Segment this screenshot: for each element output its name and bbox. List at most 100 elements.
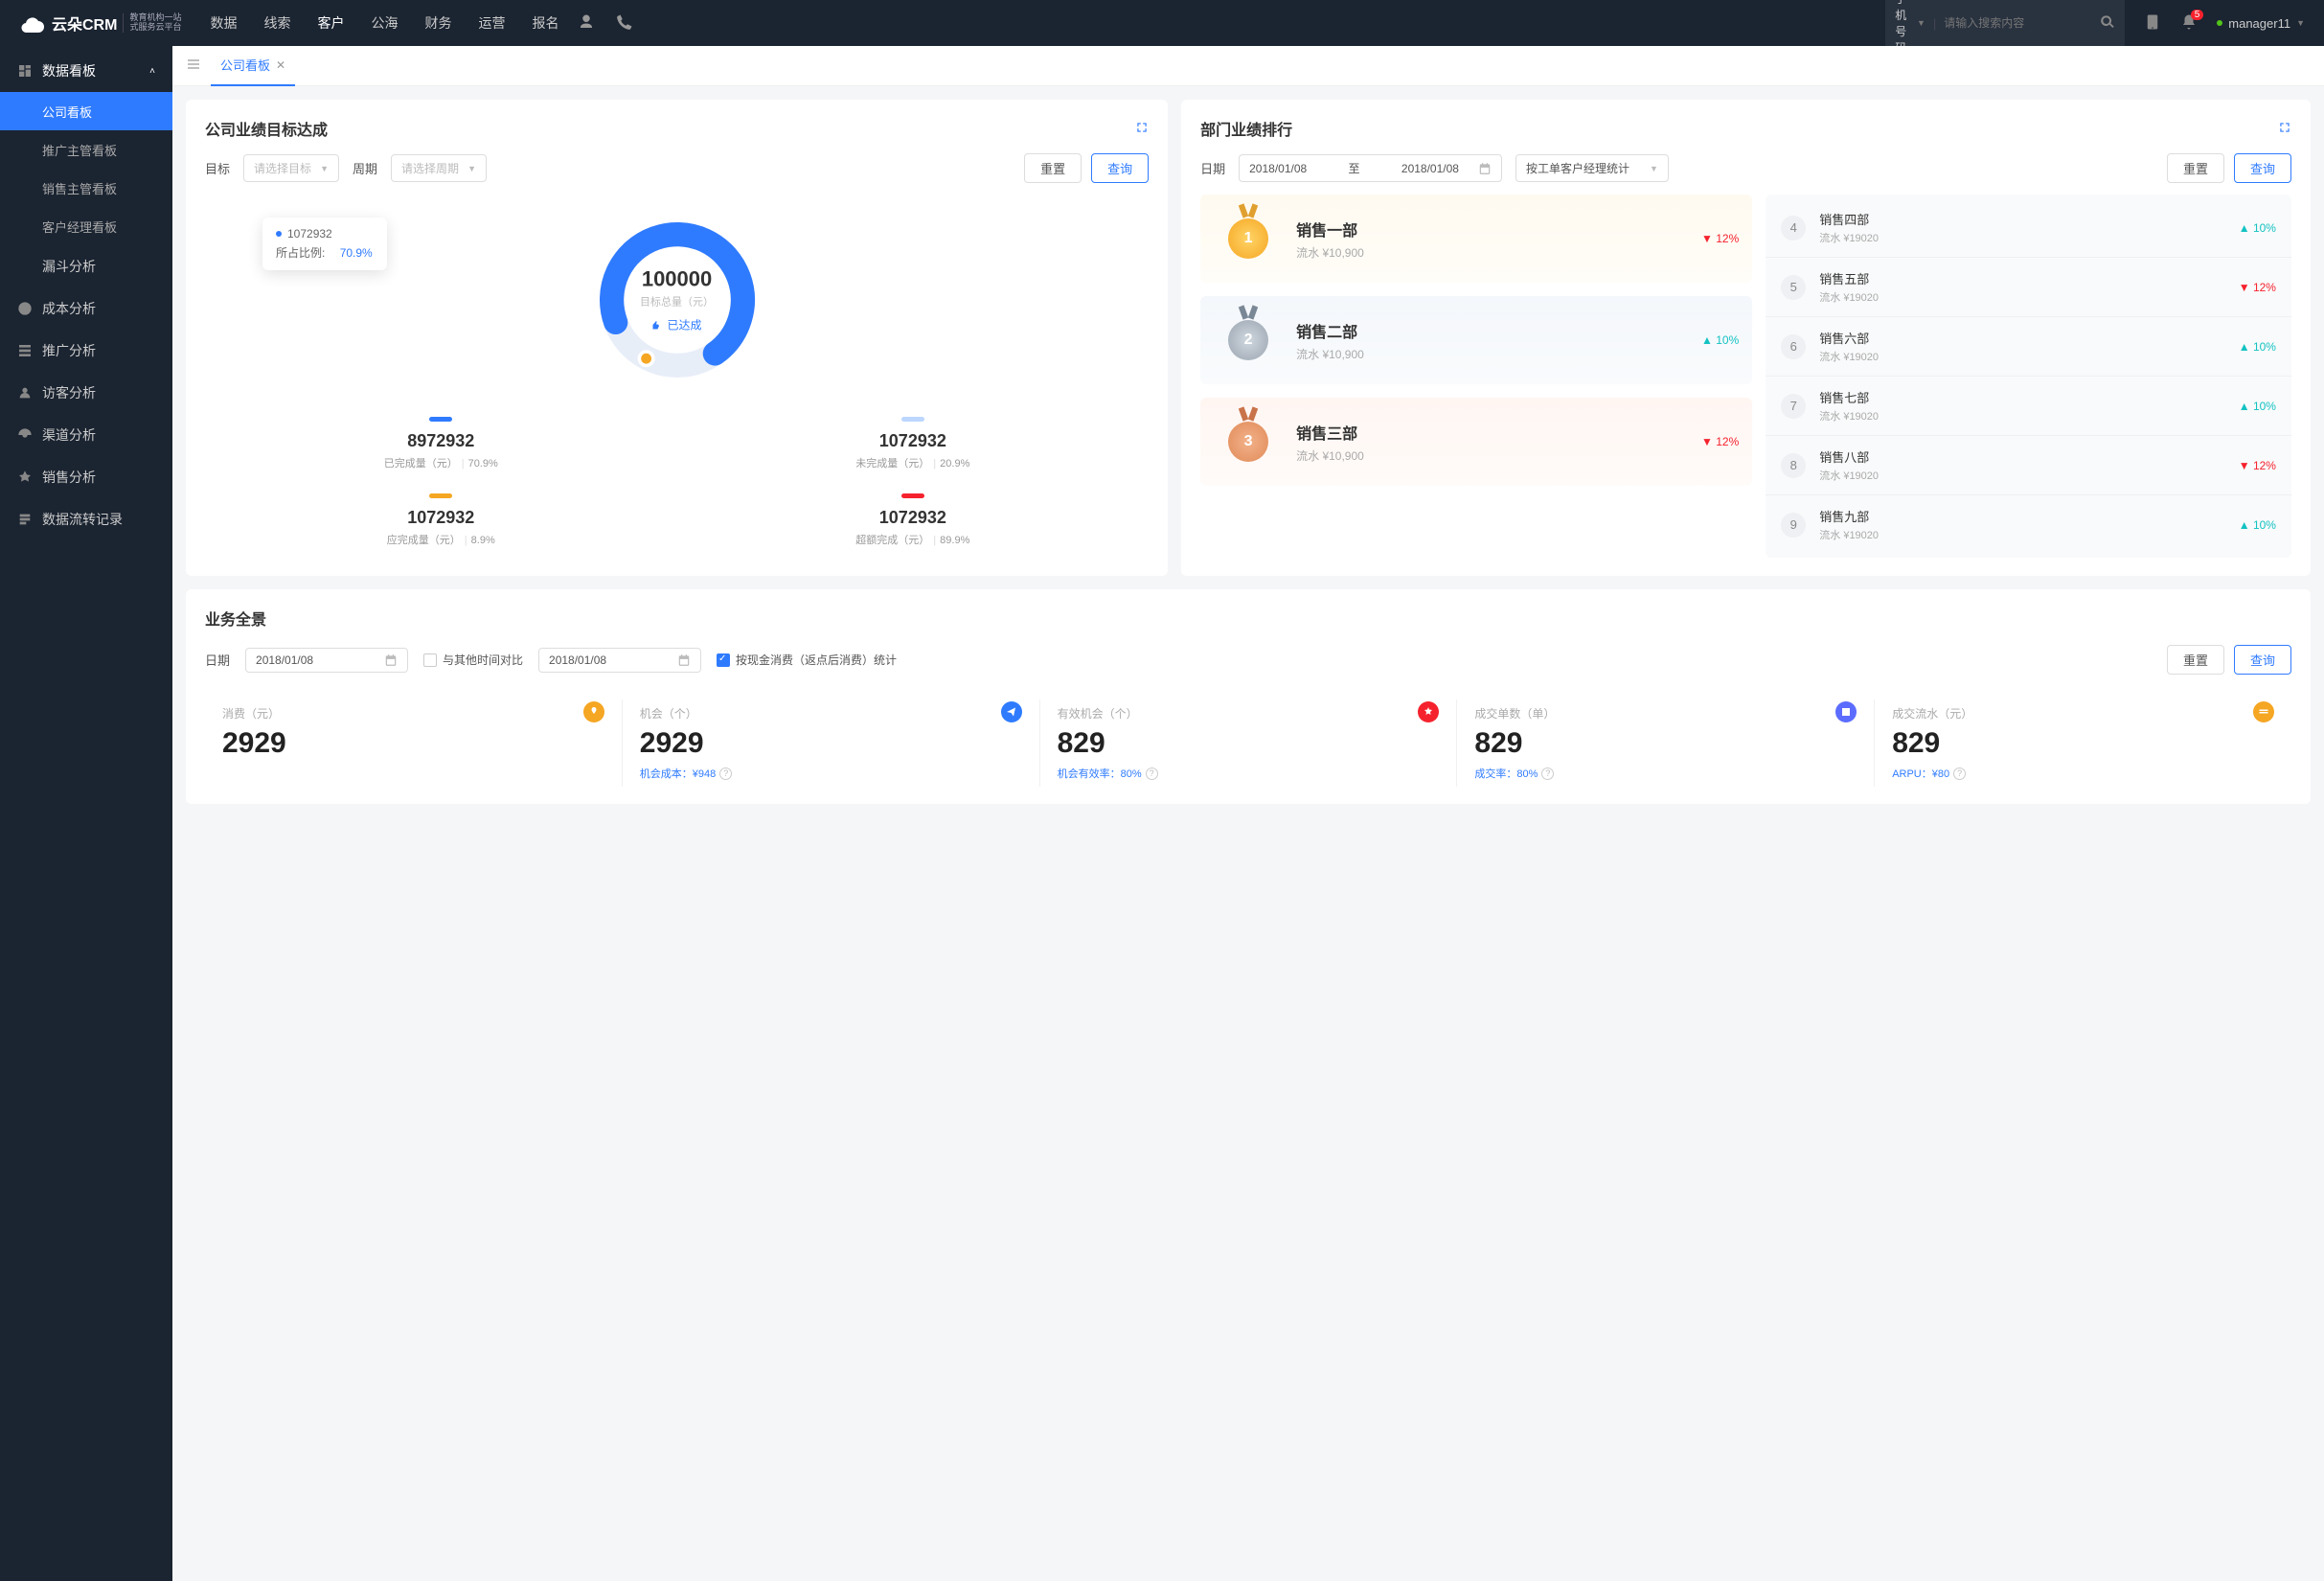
reset-button[interactable]: 重置 <box>2167 645 2224 675</box>
nav-item-1[interactable]: 线索 <box>263 13 290 33</box>
overview-title: 业务全景 <box>205 607 2291 630</box>
compare-checkbox[interactable]: 与其他时间对比 <box>423 652 523 668</box>
stat-type-select[interactable]: 按工单客户经理统计▼ <box>1515 154 1669 182</box>
overview-date-label: 日期 <box>205 651 230 669</box>
cash-checkbox[interactable]: 按现金消费（返点后消费）统计 <box>717 652 897 668</box>
rank-card: 部门业绩排行 日期 2018/01/08 至 2018/01/08 按工单客户经… <box>1181 100 2311 576</box>
user-icon[interactable] <box>578 13 595 34</box>
close-icon[interactable]: ✕ <box>276 58 285 72</box>
kpi-4: 成交流水（元）829ARPU：¥80 ? <box>1875 699 2291 787</box>
nav-item-3[interactable]: 公海 <box>371 13 398 33</box>
rank-row-9[interactable]: 9销售九部流水 ¥19020▲ 10% <box>1766 495 2291 554</box>
chevron-down-icon: ▼ <box>1650 164 1658 173</box>
date-input-2[interactable]: 2018/01/08 <box>538 648 701 673</box>
phone-icon[interactable] <box>616 13 633 34</box>
brand-name: 云朵CRM <box>52 11 117 34</box>
date-range-input[interactable]: 2018/01/08 至 2018/01/08 <box>1239 154 1502 182</box>
target-card: 公司业绩目标达成 目标 请选择目标▼ 周期 请选择周期▼ 重置 查询 10729… <box>186 100 1168 576</box>
rank-row-6[interactable]: 6销售六部流水 ¥19020▲ 10% <box>1766 317 2291 377</box>
nav-item-6[interactable]: 报名 <box>532 13 558 33</box>
target-metric-0: 8972932已完成量（元）|70.9% <box>205 405 677 482</box>
expand-icon[interactable] <box>2278 121 2291 137</box>
donut-chart: 1072932 所占比例: 70.9% 100000 目标总量（元） 已达成 <box>205 195 1149 396</box>
expand-icon[interactable] <box>1135 121 1149 137</box>
calendar-icon <box>384 653 398 667</box>
search-input[interactable] <box>1944 16 2092 30</box>
sidebar: 数据看板 ˄ 公司看板推广主管看板销售主管看板客户经理看板 漏斗分析成本分析推广… <box>0 46 172 1581</box>
donut-center-label: 目标总量（元） <box>640 294 714 309</box>
donut-center-value: 100000 <box>640 267 714 292</box>
cloud-icon <box>19 13 46 33</box>
menu-toggle-icon[interactable] <box>186 57 201 75</box>
sidebar-item-6[interactable]: 数据流转记录 <box>0 498 172 540</box>
nav-menu: 数据 线索 客户 公海 财务 运营 报名 <box>210 13 558 33</box>
search-icon[interactable] <box>2100 14 2115 33</box>
top-nav: 云朵CRM 教育机构一站式服务云平台 数据线索客户公海财务运营报名 手机号码 ▼… <box>0 0 2324 46</box>
sidebar-parent-label: 数据看板 <box>42 61 96 80</box>
topbar-right: 5 manager11 ▼ <box>2144 13 2305 34</box>
overview-card: 业务全景 日期 2018/01/08 与其他时间对比 2018/01/08 按现… <box>186 589 2311 804</box>
sidebar-item-4[interactable]: 渠道分析 <box>0 414 172 456</box>
query-button[interactable]: 查询 <box>1091 153 1149 183</box>
date-label: 日期 <box>1200 159 1225 177</box>
reset-button[interactable]: 重置 <box>2167 153 2224 183</box>
sidebar-item-1[interactable]: 成本分析 <box>0 287 172 330</box>
target-card-title: 公司业绩目标达成 <box>205 117 328 140</box>
target-select[interactable]: 请选择目标▼ <box>243 154 339 182</box>
kpi-2: 有效机会（个）829机会有效率：80% ? <box>1040 699 1458 787</box>
chevron-down-icon: ▼ <box>2296 18 2305 28</box>
chevron-up-icon: ˄ <box>149 66 155 77</box>
chevron-down-icon: ▼ <box>467 164 476 173</box>
podium-1[interactable]: 1销售一部流水 ¥10,900▼ 12% <box>1200 195 1752 283</box>
target-filter-label: 目标 <box>205 159 230 177</box>
tabs-bar: 公司看板 ✕ <box>172 46 2324 86</box>
nav-extra-icons <box>578 13 633 34</box>
sidebar-sub-2[interactable]: 销售主管看板 <box>0 169 172 207</box>
query-button[interactable]: 查询 <box>2234 153 2291 183</box>
rank-row-5[interactable]: 5销售五部流水 ¥19020▼ 12% <box>1766 258 2291 317</box>
reset-button[interactable]: 重置 <box>1024 153 1082 183</box>
sidebar-parent-dashboard[interactable]: 数据看板 ˄ <box>0 50 172 92</box>
kpi-1: 机会（个）2929机会成本：¥948 ? <box>623 699 1040 787</box>
username-label: manager11 <box>2228 16 2290 31</box>
target-metric-3: 1072932超额完成（元）|89.9% <box>677 482 1150 559</box>
chevron-down-icon: ▼ <box>320 164 329 173</box>
current-user[interactable]: manager11 ▼ <box>2217 16 2305 31</box>
period-filter-label: 周期 <box>353 159 377 177</box>
sidebar-sub-1[interactable]: 推广主管看板 <box>0 130 172 169</box>
chevron-down-icon: ▼ <box>1917 18 1925 28</box>
sidebar-item-2[interactable]: 推广分析 <box>0 330 172 372</box>
content: 公司看板 ✕ 公司业绩目标达成 目标 请选择目标▼ 周期 请选择周期▼ 重置 <box>172 46 2324 1581</box>
date-input-1[interactable]: 2018/01/08 <box>245 648 408 673</box>
nav-item-2[interactable]: 客户 <box>317 13 344 33</box>
sidebar-sub-3[interactable]: 客户经理看板 <box>0 207 172 245</box>
target-metric-2: 1072932应完成量（元）|8.9% <box>205 482 677 559</box>
brand-sub: 教育机构一站式服务云平台 <box>123 13 181 33</box>
sidebar-item-0[interactable]: 漏斗分析 <box>0 245 172 287</box>
sidebar-item-5[interactable]: 销售分析 <box>0 456 172 498</box>
nav-item-0[interactable]: 数据 <box>210 13 237 33</box>
target-metric-1: 1072932未完成量（元）|20.9% <box>677 405 1150 482</box>
rank-row-8[interactable]: 8销售八部流水 ¥19020▼ 12% <box>1766 436 2291 495</box>
kpi-3: 成交单数（单）829成交率：80% ? <box>1457 699 1875 787</box>
bell-icon[interactable]: 5 <box>2180 13 2198 34</box>
status-dot <box>2217 20 2222 26</box>
podium-2[interactable]: 2销售二部流水 ¥10,900▲ 10% <box>1200 296 1752 384</box>
rank-row-7[interactable]: 7销售七部流水 ¥19020▲ 10% <box>1766 377 2291 436</box>
podium-3[interactable]: 3销售三部流水 ¥10,900▼ 12% <box>1200 398 1752 486</box>
nav-item-5[interactable]: 运营 <box>478 13 505 33</box>
rank-row-4[interactable]: 4销售四部流水 ¥19020▲ 10% <box>1766 198 2291 258</box>
period-select[interactable]: 请选择周期▼ <box>391 154 487 182</box>
calendar-icon <box>677 653 691 667</box>
tab-company-board[interactable]: 公司看板 ✕ <box>211 46 295 86</box>
tab-label: 公司看板 <box>220 56 270 74</box>
nav-item-4[interactable]: 财务 <box>424 13 451 33</box>
donut-status: 已达成 <box>640 317 714 333</box>
mobile-icon[interactable] <box>2144 13 2161 34</box>
kpi-0: 消费（元）2929 <box>205 699 623 787</box>
logo: 云朵CRM 教育机构一站式服务云平台 <box>19 11 181 34</box>
query-button[interactable]: 查询 <box>2234 645 2291 675</box>
sidebar-item-3[interactable]: 访客分析 <box>0 372 172 414</box>
sidebar-sub-0[interactable]: 公司看板 <box>0 92 172 130</box>
rank-card-title: 部门业绩排行 <box>1200 117 1292 140</box>
